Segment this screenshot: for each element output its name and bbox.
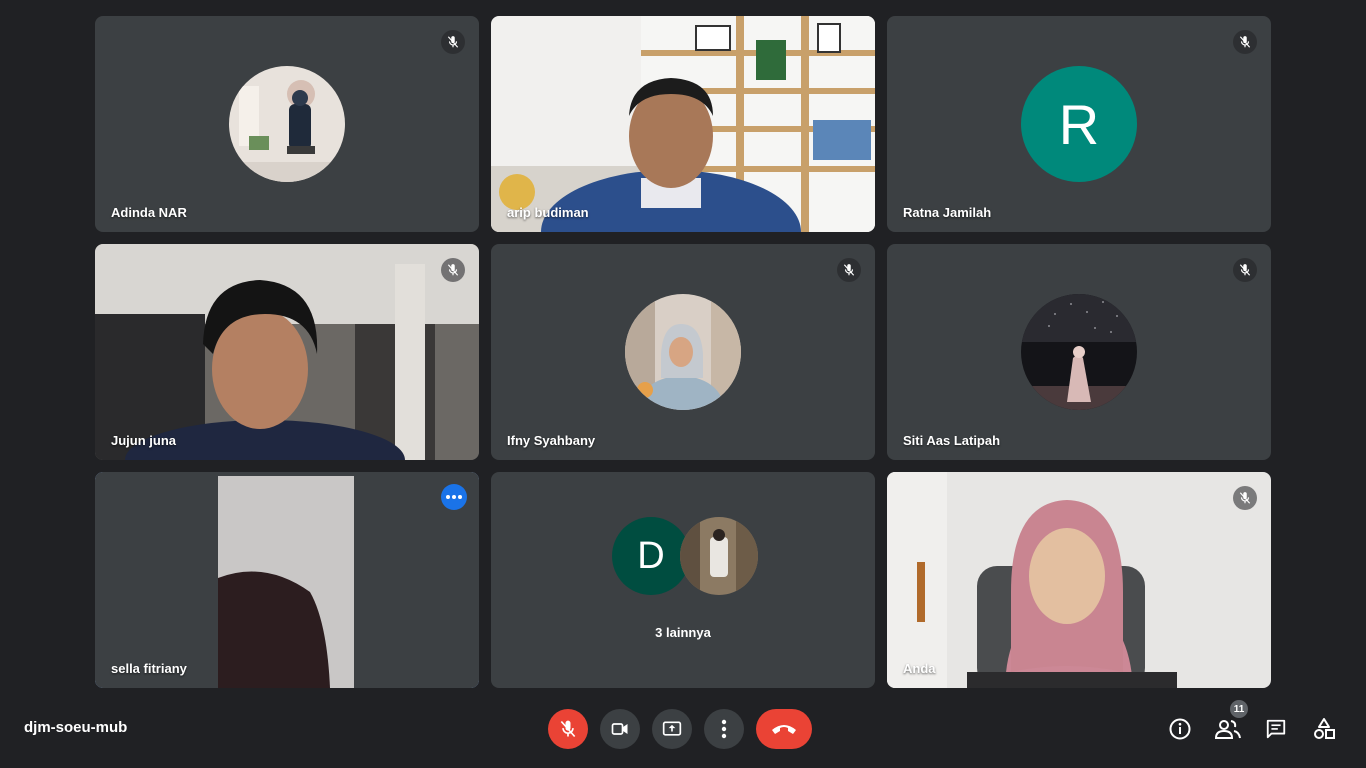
chat-icon — [1266, 719, 1286, 739]
participant-avatar-photo — [680, 517, 758, 595]
participant-video-feed — [95, 244, 479, 460]
participant-name: Ratna Jamilah — [903, 205, 992, 220]
mic-off-icon — [1233, 30, 1257, 54]
present-screen-icon — [662, 721, 682, 736]
mic-off-icon — [441, 30, 465, 54]
activities-icon — [1314, 718, 1335, 739]
participant-tile-others[interactable]: D 3 lainnya — [491, 472, 875, 688]
more-options-button[interactable] — [441, 484, 467, 510]
participant-tile-ifny[interactable]: Ifny Syahbany — [491, 244, 875, 460]
hang-up-icon — [772, 725, 796, 734]
activities-button[interactable] — [1311, 716, 1337, 742]
mic-off-icon — [441, 258, 465, 282]
more-options-button[interactable] — [704, 709, 744, 749]
participant-name: Anda — [903, 661, 936, 676]
participant-video-feed — [491, 16, 875, 232]
participant-avatar-photo — [229, 66, 345, 182]
camera-toggle-button[interactable] — [600, 709, 640, 749]
participant-name: arip budiman — [507, 205, 589, 220]
participant-name: Adinda NAR — [111, 205, 187, 220]
participant-name: Siti Aas Latipah — [903, 433, 1001, 448]
participant-tile-sella[interactable]: sella fitriany — [95, 472, 479, 688]
participant-name: Jujun juna — [111, 433, 176, 448]
mic-off-icon — [837, 258, 861, 282]
participant-tile-arip[interactable]: arip budiman — [491, 16, 875, 232]
others-count-label: 3 lainnya — [655, 625, 711, 640]
people-icon — [1215, 720, 1241, 739]
meeting-code: djm-soeu-mub — [24, 719, 128, 736]
participants-button[interactable] — [1215, 716, 1241, 742]
participant-name: Ifny Syahbany — [507, 433, 596, 448]
participant-avatar-photo — [1021, 294, 1137, 410]
participant-tile-ratna[interactable]: R Ratna Jamilah — [887, 16, 1271, 232]
participant-video-feed — [95, 472, 479, 688]
participant-tile-adinda[interactable]: Adinda NAR — [95, 16, 479, 232]
more-vertical-icon — [721, 719, 727, 739]
participant-count-badge: 11 — [1230, 700, 1248, 718]
leave-call-button[interactable] — [756, 709, 812, 749]
participant-tile-jujun[interactable]: Jujun juna — [95, 244, 479, 460]
participant-tile-anda[interactable]: Anda — [887, 472, 1271, 688]
info-icon — [1169, 718, 1191, 740]
camera-icon — [611, 723, 628, 735]
mic-off-icon — [1233, 258, 1257, 282]
participant-name: sella fitriany — [111, 661, 187, 676]
more-horizontal-icon — [446, 495, 462, 499]
participant-tile-siti[interactable]: Siti Aas Latipah — [887, 244, 1271, 460]
mic-off-icon — [1233, 486, 1257, 510]
participant-avatar-photo — [625, 294, 741, 410]
present-screen-button[interactable] — [652, 709, 692, 749]
chat-button[interactable] — [1263, 716, 1289, 742]
mic-off-icon — [560, 720, 576, 738]
participant-avatar-letter: R — [1021, 66, 1137, 182]
participant-video-feed — [887, 472, 1271, 688]
participant-avatar-letter: D — [612, 517, 690, 595]
mic-toggle-button[interactable] — [548, 709, 588, 749]
meeting-details-button[interactable] — [1167, 716, 1193, 742]
